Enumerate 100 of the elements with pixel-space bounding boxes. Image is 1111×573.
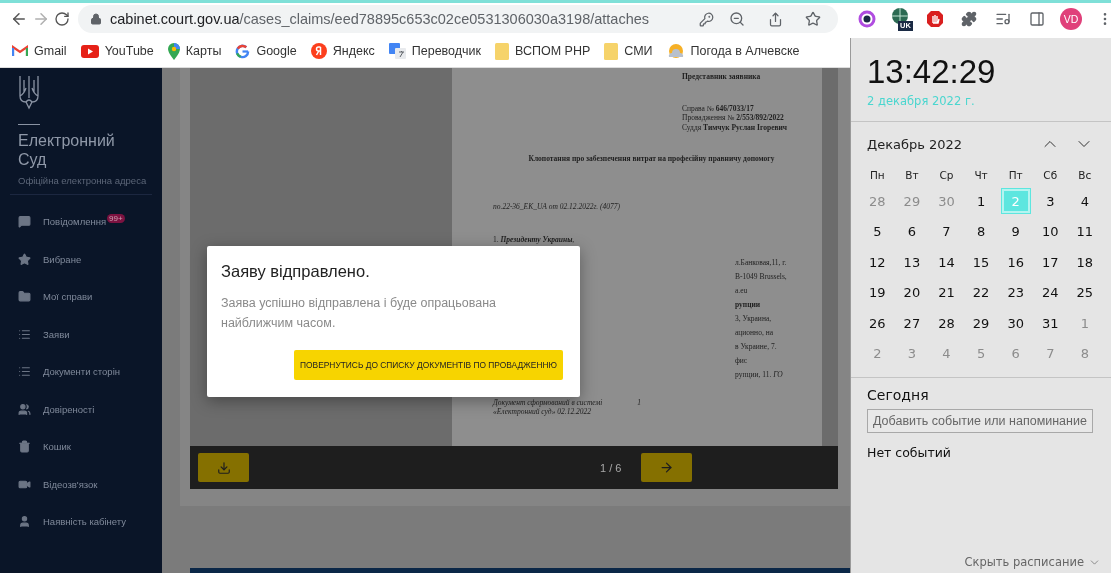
calendar-day[interactable]: 14 — [929, 247, 964, 278]
yandex-icon — [310, 43, 327, 59]
clock-time: 13:42:29 — [867, 52, 997, 92]
calendar-day[interactable]: 23 — [998, 277, 1033, 308]
person-icon — [18, 515, 31, 529]
color-ring-icon — [858, 10, 876, 28]
star-icon — [18, 252, 31, 266]
star-icon — [805, 11, 821, 27]
calendar-day[interactable]: 5 — [860, 216, 895, 247]
weekday-label: Вс — [1077, 168, 1093, 183]
folder-icon — [18, 290, 31, 304]
sidebar-item[interactable]: Відеозв'язок — [0, 465, 162, 503]
calendar-day[interactable]: 24 — [1032, 277, 1068, 308]
list-icon — [18, 365, 31, 379]
calendar-day[interactable]: 4 — [1067, 186, 1103, 217]
bookmark-link[interactable]: Яндекс — [310, 43, 375, 59]
lock-icon — [90, 13, 102, 25]
profile-avatar[interactable]: VD — [1060, 8, 1082, 30]
zoom-out-icon — [729, 11, 745, 27]
side-panel-icon — [1029, 11, 1045, 27]
weekday-label: Вт — [904, 168, 920, 183]
folder-icon — [495, 42, 510, 60]
weekday-label: Пн — [868, 168, 886, 183]
bookmark-link[interactable]: СМИ — [604, 42, 653, 60]
sidebar-item[interactable]: Повідомлення 99+ — [0, 203, 162, 241]
reload-icon — [54, 11, 70, 27]
next-page-button[interactable] — [641, 453, 693, 482]
weekday-label: Пт — [1007, 168, 1024, 183]
share-icon — [767, 11, 783, 27]
download-icon — [216, 460, 231, 475]
mail-icon — [12, 45, 28, 57]
list-icon — [18, 327, 31, 341]
people-icon — [18, 402, 31, 416]
dialog-message: Заява успішно відправлена і буде опрацьована найближчим часом. — [221, 295, 497, 332]
bookmark-link[interactable]: Gmail — [12, 44, 67, 58]
bookmark-link[interactable]: Переводчик — [388, 43, 482, 59]
bookmark-link[interactable]: Карты — [167, 42, 222, 60]
calendar-day[interactable]: 30 — [998, 308, 1033, 339]
weekday-label: Сб — [1042, 168, 1059, 183]
calendar-day[interactable]: 1 — [963, 186, 999, 217]
folder-icon — [604, 42, 619, 60]
weather-icon — [666, 43, 685, 59]
calendar-day[interactable]: 27 — [894, 308, 930, 339]
calendar-day[interactable]: 28 — [929, 308, 964, 339]
calendar-day[interactable]: 29 — [963, 308, 999, 339]
bookmark-link[interactable]: YouTube — [80, 44, 154, 58]
event-input-field[interactable]: Добавить событие или напоминание — [867, 409, 1093, 433]
brand-title: Електронний Суд — [18, 131, 116, 169]
calendar-day[interactable]: 15 — [963, 247, 999, 278]
calendar-day[interactable]: 16 — [998, 247, 1033, 278]
bookmark-link[interactable]: ВСПОМ РНР — [495, 42, 591, 60]
count-badge: 99+ — [107, 214, 125, 224]
calendar-day[interactable]: 3 — [1032, 186, 1068, 217]
calendar-day[interactable]: 22 — [963, 277, 999, 308]
address-bar[interactable]: cabinet.court.gov.ua/cases_claims/eed78895c653c02ce0531306030a3198/attaches — [78, 5, 838, 33]
key-icon[interactable] — [699, 11, 714, 27]
sidebar-item[interactable]: Документи сторін — [0, 353, 162, 391]
sidebar-item[interactable]: Вибране — [0, 240, 162, 278]
trident-icon — [18, 74, 40, 110]
calendar-day[interactable]: 7 — [929, 216, 964, 247]
bookmark-link[interactable]: Погода в Алчевске — [666, 43, 800, 59]
bookmark-link[interactable]: Google — [235, 43, 297, 59]
stop-hand-icon — [926, 10, 944, 28]
puzzle-icon — [961, 11, 977, 27]
trash-icon — [18, 440, 31, 454]
return-button[interactable]: ПОВЕРНУТИСЬ ДО СПИСКУ ДОКУМЕНТІВ ПО ПРОВАДЖЕННЮ — [294, 350, 563, 380]
url-text: cabinet.court.gov.ua/cases_claims/eed78895c653c02ce0531306030a3198/attaches — [110, 11, 651, 27]
calendar-day[interactable]: 26 — [860, 308, 895, 339]
today-heading: Сегодня — [866, 386, 930, 405]
calendar-day[interactable]: 13 — [894, 247, 930, 278]
message-icon — [18, 215, 31, 229]
sidebar-item[interactable]: Заяви — [0, 315, 162, 353]
sidebar-item[interactable]: Кошик — [0, 428, 162, 466]
calendar-day[interactable]: 10 — [1032, 216, 1068, 247]
sidebar-item[interactable]: Мої справи — [0, 278, 162, 316]
calendar-day[interactable]: 25 — [1067, 277, 1103, 308]
google-icon — [235, 43, 251, 59]
map-pin-icon — [167, 42, 180, 60]
sidebar-item[interactable]: Довіреності — [0, 390, 162, 428]
calendar-day[interactable]: 20 — [894, 277, 930, 308]
dialog-title: Заяву відправлено. — [221, 262, 371, 281]
calendar-day[interactable]: 8 — [963, 216, 999, 247]
arrow-right-icon — [32, 10, 50, 28]
page-counter: 1 / 6 — [600, 461, 622, 474]
hide-schedule-link[interactable]: Скрыть расписание — [964, 555, 1101, 569]
sidebar-item[interactable]: Наявність кабінету — [0, 503, 162, 541]
no-events-text: Нет событий — [866, 444, 952, 462]
music-list-icon — [995, 11, 1011, 27]
calendar-day[interactable]: 12 — [860, 247, 895, 278]
calendar-day[interactable]: 9 — [998, 216, 1033, 247]
calendar-day[interactable]: 18 — [1067, 247, 1103, 278]
calendar-day[interactable]: 17 — [1032, 247, 1068, 278]
month-title[interactable]: Декабрь 2022 — [867, 136, 1033, 152]
calendar-day[interactable]: 11 — [1067, 216, 1103, 247]
calendar-day[interactable]: 6 — [894, 216, 930, 247]
calendar-day[interactable]: 21 — [929, 277, 964, 308]
calendar-day[interactable]: 31 — [1032, 308, 1068, 339]
arrow-right-icon — [659, 460, 675, 475]
weekday-label: Чт — [973, 168, 989, 183]
calendar-day[interactable]: 19 — [860, 277, 895, 308]
